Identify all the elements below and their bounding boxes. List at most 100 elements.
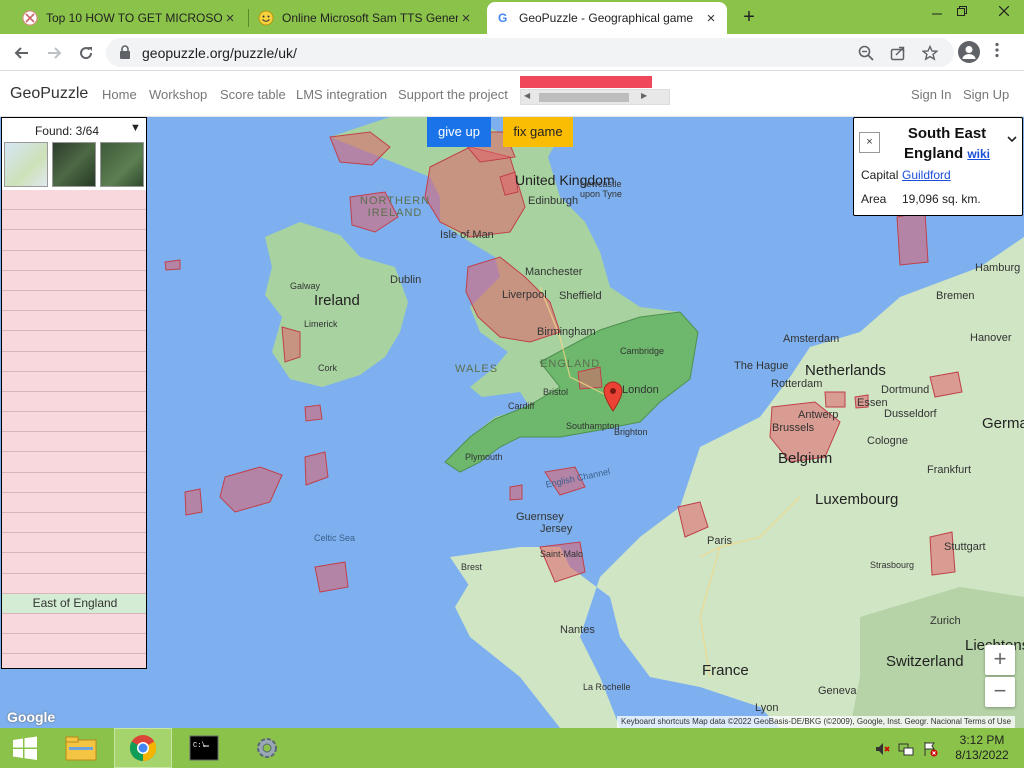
list-item[interactable] [2,573,146,594]
command-prompt-icon[interactable]: C:\ [178,728,230,768]
list-item[interactable] [2,553,146,574]
list-item[interactable] [2,371,146,392]
map-label-region: ENGLAND [540,358,601,370]
nav-workshop[interactable]: Workshop [149,87,207,102]
settings-gear-icon[interactable] [238,728,296,768]
list-item[interactable] [2,190,146,211]
puzzle-piece [824,391,846,408]
chevron-down-icon[interactable]: ▼ [130,122,141,134]
tab-top10[interactable]: Top 10 HOW TO GET MICROSOFT × [14,2,246,34]
list-item[interactable] [2,351,146,372]
network-icon[interactable] [898,741,914,757]
close-tab-icon[interactable]: × [703,10,719,27]
map-label-city: Liverpool [502,289,547,301]
nav-support-project[interactable]: Support the project [398,87,508,102]
forward-icon[interactable] [42,41,66,65]
list-item[interactable] [2,613,146,635]
back-icon[interactable] [10,41,34,65]
sign-up-link[interactable]: Sign Up [963,87,1009,102]
list-item[interactable] [2,492,146,513]
tab-sam-tts[interactable]: Online Microsoft Sam TTS Gener × [250,2,482,34]
ad-image [520,76,652,88]
profile-avatar-icon[interactable] [958,41,980,63]
smiley-favicon-icon [258,10,274,26]
thumbnail-map-terrain[interactable] [100,142,144,187]
ad-banner[interactable]: ◀ ▶ [520,76,670,106]
list-item[interactable] [2,452,146,473]
close-card-button[interactable]: × [859,132,880,153]
zoom-in-button[interactable]: + [985,645,1015,675]
map-label-country: Switzerland [886,653,964,670]
list-item[interactable] [2,472,146,493]
found-counter[interactable]: Found: 3/64 [2,124,132,138]
list-item[interactable] [2,250,146,271]
wiki-link[interactable]: wiki [967,147,990,161]
tab-separator [248,9,249,27]
list-item[interactable] [2,210,146,231]
nav-score-table[interactable]: Score table [220,87,286,102]
address-bar[interactable]: geopuzzle.org/puzzle/uk/ [106,38,954,67]
list-item-found[interactable]: East of England [2,593,146,614]
chrome-taskbar-icon[interactable] [114,728,172,768]
url-text[interactable]: geopuzzle.org/puzzle/uk/ [142,45,297,61]
list-item[interactable] [2,432,146,453]
pieces-panel: Found: 3/64 ▼ East of England [1,117,147,669]
list-item[interactable] [2,513,146,534]
list-item[interactable] [2,270,146,291]
scroll-thumb[interactable] [539,93,629,102]
nav-home[interactable]: Home [102,87,137,102]
reload-icon[interactable] [74,41,98,65]
list-item[interactable] [2,230,146,251]
fix-game-button[interactable]: fix game [503,117,573,147]
restore-icon[interactable] [947,0,977,22]
map-label-city: Antwerp [798,409,839,421]
list-item[interactable] [2,533,146,554]
list-item[interactable] [2,290,146,312]
puzzle-piece [219,466,283,513]
close-tab-icon[interactable]: × [222,10,238,27]
list-item[interactable] [2,331,146,352]
give-up-button[interactable]: give up [427,117,491,147]
map-label-city: La Rochelle [583,682,631,692]
list-item[interactable] [2,412,146,433]
thumbnail-map-light[interactable] [4,142,48,187]
map-label-city: Dortmund [881,384,930,396]
scroll-right-icon[interactable]: ▶ [641,91,647,100]
zoom-out-button[interactable]: − [985,677,1015,707]
area-label: Area [861,192,887,206]
system-clock[interactable]: 3:12 PM 8/13/2022 [952,733,1012,763]
list-item[interactable] [2,634,146,655]
bookmark-star-icon[interactable] [920,43,940,63]
list-item[interactable] [2,654,146,668]
zoom-icon[interactable] [856,43,876,63]
nav-lms-integration[interactable]: LMS integration [296,87,387,102]
list-item[interactable] [2,391,146,413]
thumbnail-map-satellite[interactable] [52,142,96,187]
share-icon[interactable] [888,43,908,63]
map-label-city: Saint-Malo [540,549,584,559]
browser-menu-icon[interactable] [995,42,999,63]
sign-in-link[interactable]: Sign In [911,87,951,102]
capital-link[interactable]: Guildford [902,168,951,182]
map-label-city: Cork [318,363,338,373]
site-brand[interactable]: GeoPuzzle [10,85,88,103]
map-label-city: Paris [707,535,733,547]
map-attribution[interactable]: Keyboard shortcuts Map data ©2022 GeoBas… [617,716,1016,728]
volume-muted-icon[interactable] [874,741,890,757]
site-header: GeoPuzzle Home Workshop Score table LMS … [0,71,1024,117]
google-logo[interactable]: Google [7,709,55,725]
chevron-down-icon[interactable] [1007,132,1017,146]
map-pin-icon[interactable] [602,381,624,413]
list-item[interactable] [2,311,146,332]
close-window-icon[interactable] [984,0,1024,22]
file-explorer-icon[interactable] [56,728,106,768]
puzzle-piece [164,259,181,271]
close-tab-icon[interactable]: × [458,10,474,27]
windows-start-icon[interactable] [8,728,42,768]
ad-scrollbar[interactable]: ◀ ▶ [520,89,670,105]
tab-geopuzzle[interactable]: G GeoPuzzle - Geographical game × [487,2,727,34]
action-center-flag-icon[interactable] [922,741,938,757]
map-label-city: Nantes [560,624,595,636]
new-tab-button[interactable]: + [737,6,761,29]
scroll-left-icon[interactable]: ◀ [524,91,530,100]
